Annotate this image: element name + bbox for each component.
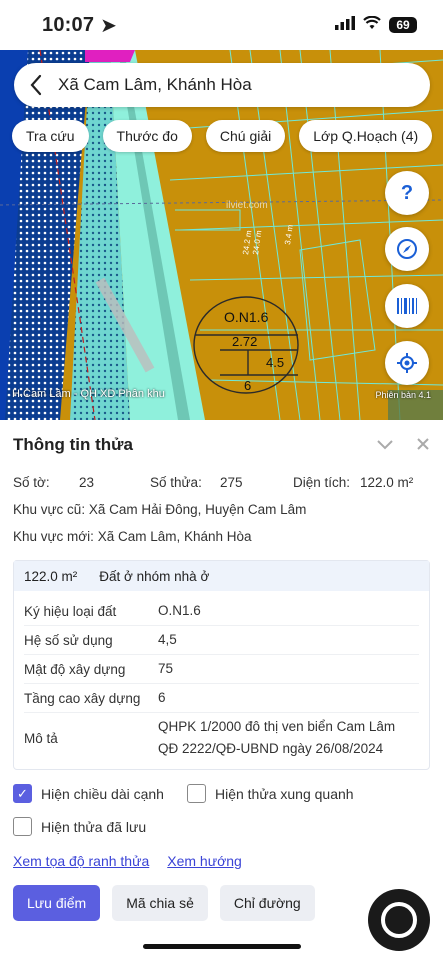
- khu-vuc-moi-label: Khu vực mới:: [13, 529, 94, 544]
- land-use-box-header: 122.0 m² Đất ở nhóm nhà ở: [14, 561, 429, 591]
- parcel-info-sheet: Thông tin thửa Số tờ: 23 Số thửa: 275 Di…: [0, 420, 443, 959]
- khu-vuc-cu-label: Khu vực cũ:: [13, 502, 86, 517]
- so-thua-label: Số thửa:: [150, 475, 202, 490]
- question-icon: ?: [400, 181, 414, 204]
- assistive-ring-icon: [381, 902, 417, 938]
- land-use-box: 122.0 m² Đất ở nhóm nhà ở Ký hiệu loại đ…: [13, 560, 430, 770]
- save-point-button[interactable]: Lưu điểm: [13, 885, 101, 921]
- signal-icon: [335, 15, 355, 35]
- show-edge-length-option[interactable]: ✓ Hiện chiều dài cạnh: [13, 784, 164, 803]
- search-bar[interactable]: Xã Cam Lâm, Khánh Hòa: [14, 63, 430, 107]
- status-time: 10:07 ➤: [42, 13, 117, 38]
- sheet-title: Thông tin thửa: [13, 435, 133, 454]
- map-layer-label: H.Cam Lâm - QH XD Phân khu: [12, 388, 165, 400]
- so-thua-value: 275: [220, 475, 243, 490]
- dien-tich-label: Diện tích:: [293, 475, 351, 490]
- display-options: ✓ Hiện chiều dài cạnh Hiện thửa xung qua…: [13, 784, 430, 836]
- detail-key: Tầng cao xây dựng: [24, 690, 141, 706]
- checkbox-icon[interactable]: [186, 784, 206, 803]
- chip-chu-giai[interactable]: Chú giải: [205, 120, 286, 152]
- compass-icon: [397, 239, 417, 259]
- clock-text: 10:07: [42, 13, 95, 36]
- detail-row: Mật độ xây dựng 75: [24, 655, 419, 684]
- detail-key: Mật độ xây dựng: [24, 661, 126, 677]
- parcel-code-label: O.N1.6: [224, 309, 269, 325]
- barcode-button[interactable]: [385, 284, 429, 328]
- directions-button[interactable]: Chỉ đường: [219, 885, 315, 921]
- detail-value: QHPK 1/2000 đô thị ven biển Cam Lâm QĐ 2…: [158, 719, 396, 756]
- compass-button[interactable]: [385, 227, 429, 271]
- box-land-type: Đất ở nhóm nhà ở: [99, 568, 210, 584]
- detail-value: 75: [158, 661, 174, 676]
- khu-vuc-cu-row: Khu vực cũ: Xã Cam Hải Đông, Huyện Cam L…: [13, 497, 430, 523]
- barcode-icon: [397, 298, 417, 314]
- detail-row: Mô tả QHPK 1/2000 đô thị ven biển Cam Lâm…: [24, 713, 419, 763]
- my-location-button[interactable]: [385, 341, 429, 385]
- wifi-icon: [363, 15, 381, 35]
- parcel-far-label: 2.72: [232, 334, 257, 349]
- home-indicator[interactable]: [143, 944, 301, 949]
- sheet-header-actions: [376, 435, 430, 456]
- back-arrow-icon[interactable]: [14, 63, 58, 107]
- assistive-touch-button[interactable]: [368, 889, 430, 951]
- detail-key: Ký hiệu loại đất: [24, 603, 117, 619]
- khu-vuc-moi-value: Xã Cam Lâm, Khánh Hòa: [97, 529, 252, 544]
- view-direction-link[interactable]: Xem hướng: [167, 853, 242, 869]
- detail-row: Hệ số sử dụng 4,5: [24, 626, 419, 655]
- dien-tich-value: 122.0 m²: [360, 475, 414, 490]
- parcel-summary-row: Số tờ: 23 Số thửa: 275 Diện tích: 122.0 …: [13, 470, 430, 496]
- show-edge-length-label: Hiện chiều dài cạnh: [41, 785, 164, 802]
- close-icon[interactable]: [416, 435, 430, 456]
- chip-lop-quy-hoach[interactable]: Lớp Q.Hoạch (4): [299, 120, 433, 152]
- parcel-floors-label: 6: [244, 378, 251, 393]
- map-version-label: Phiên bản 4.1: [375, 390, 431, 400]
- battery-icon: 69: [389, 17, 417, 33]
- status-icons: 69: [335, 15, 417, 35]
- help-button[interactable]: ?: [385, 171, 429, 215]
- show-neighbors-label: Hiện thửa xung quanh: [214, 785, 354, 802]
- land-use-details: Ký hiệu loại đất O.N1.6 Hệ số sử dụng 4,5 …: [14, 591, 429, 769]
- detail-key: Hệ số sử dụng: [24, 632, 113, 648]
- parcel-ratio-label: 4.5: [266, 355, 284, 370]
- view-coordinates-link[interactable]: Xem tọa độ ranh thửa: [13, 853, 149, 869]
- detail-row: Tầng cao xây dựng 6: [24, 684, 419, 713]
- khu-vuc-moi-row: Khu vực mới: Xã Cam Lâm, Khánh Hòa: [13, 524, 430, 550]
- search-query-text[interactable]: Xã Cam Lâm, Khánh Hòa: [58, 75, 252, 95]
- detail-row: Ký hiệu loại đất O.N1.6: [24, 597, 419, 626]
- location-arrow-icon: ➤: [100, 14, 118, 37]
- sheet-header: Thông tin thửa: [13, 420, 430, 470]
- checkbox-checked-icon[interactable]: ✓: [13, 784, 32, 803]
- link-row: Xem tọa độ ranh thửa Xem hướng: [13, 853, 430, 869]
- show-saved-label: Hiện thửa đã lưu: [41, 818, 147, 835]
- map-chips: Tra cứu Thước đo Chú giải Lớp Q.Hoạch (4…: [12, 120, 443, 152]
- detail-value: 4,5: [158, 632, 177, 647]
- detail-value: O.N1.6: [158, 603, 201, 618]
- khu-vuc-cu-value: Xã Cam Hải Đông, Huyện Cam Lâm: [88, 502, 307, 517]
- so-to-value: 23: [79, 475, 95, 490]
- crosshair-icon: [397, 353, 417, 373]
- checkbox-icon[interactable]: [13, 817, 32, 836]
- chip-thuoc-do[interactable]: Thước đo: [102, 120, 192, 152]
- detail-value: 6: [158, 690, 166, 705]
- so-to-label: Số tờ:: [13, 475, 50, 490]
- map-watermark: ilviet.com: [226, 200, 268, 211]
- chevron-down-icon[interactable]: [376, 435, 394, 456]
- box-area: 122.0 m²: [24, 568, 78, 584]
- status-bar: 10:07 ➤ 69: [0, 0, 443, 50]
- show-saved-option[interactable]: Hiện thửa đã lưu: [13, 817, 430, 836]
- share-code-button[interactable]: Mã chia sẻ: [112, 885, 208, 921]
- chip-tra-cuu[interactable]: Tra cứu: [12, 120, 89, 152]
- show-neighbors-option[interactable]: Hiện thửa xung quanh: [186, 784, 354, 803]
- detail-key: Mô tả: [24, 730, 58, 746]
